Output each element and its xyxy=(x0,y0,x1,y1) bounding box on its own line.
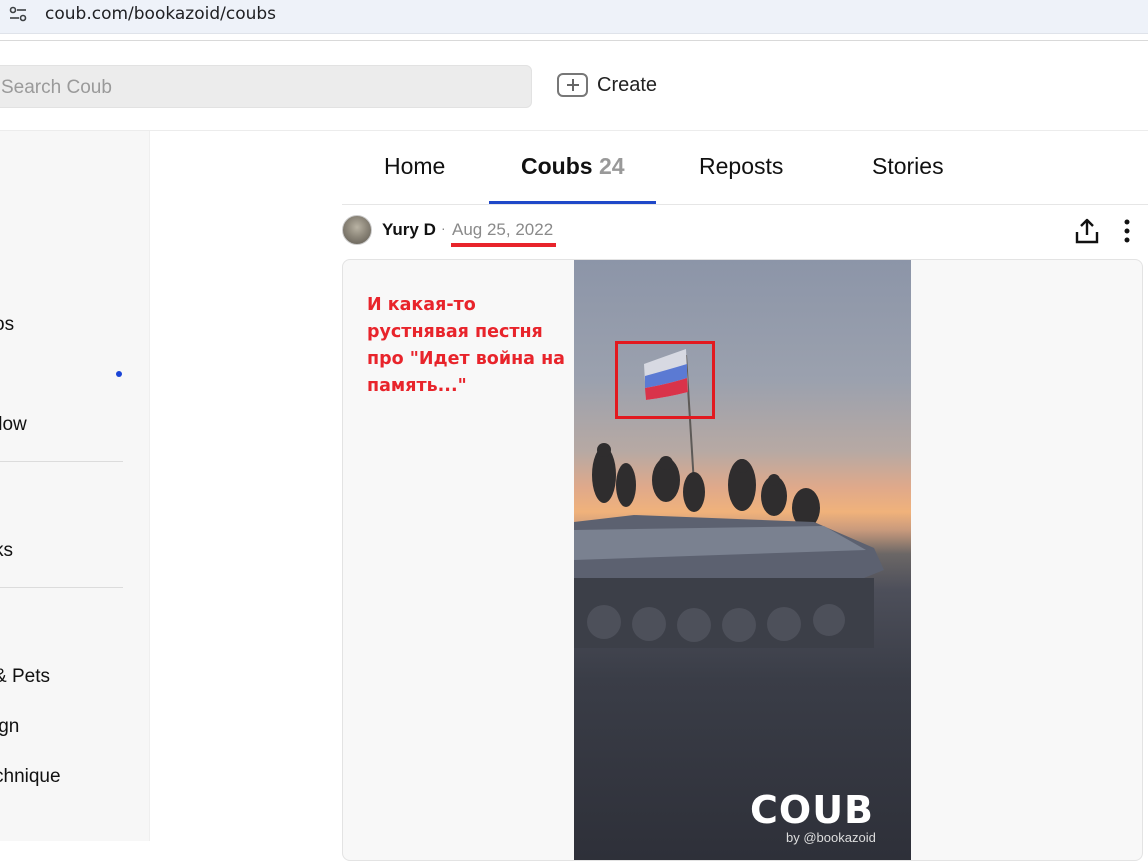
active-tab-indicator xyxy=(489,201,656,204)
sidebar-divider xyxy=(0,461,123,462)
site-header: Create xyxy=(0,41,1148,131)
sidebar-item[interactable]: os xyxy=(0,314,14,336)
sidebar-divider xyxy=(0,587,123,588)
profile-tabs: Home Coubs 24 Reposts Stories xyxy=(342,131,1148,205)
sidebar-item[interactable]: & Pets xyxy=(0,666,50,688)
tune-icon[interactable] xyxy=(8,5,28,23)
tab-home[interactable]: Home xyxy=(384,153,445,180)
date-highlight-underline xyxy=(451,243,556,247)
search-input[interactable] xyxy=(0,66,503,109)
address-bar[interactable]: coub.com/bookazoid/coubs xyxy=(0,0,1148,34)
flag-highlight-box xyxy=(615,341,715,419)
coub-watermark-logo: COUB xyxy=(750,788,875,832)
tab-reposts[interactable]: Reposts xyxy=(699,153,783,180)
url-text[interactable]: coub.com/bookazoid/coubs xyxy=(45,4,276,24)
tab-stories[interactable]: Stories xyxy=(872,153,944,180)
tab-coubs-label: Coubs xyxy=(521,153,593,179)
search-box[interactable] xyxy=(0,65,532,109)
create-label: Create xyxy=(597,73,658,96)
annotation-caption: И какая-то рустнявая пестня про "Идет во… xyxy=(367,295,565,396)
coub-card: И какая-то рустнявая пестня про "Идет во… xyxy=(342,259,1143,861)
tab-coubs-count: 24 xyxy=(598,153,625,179)
share-icon[interactable] xyxy=(1074,217,1100,245)
create-button[interactable]: Create xyxy=(557,69,657,101)
sidebar-item[interactable]: ks xyxy=(0,540,13,562)
author-name[interactable]: Yury D xyxy=(382,220,436,240)
separator-dot: · xyxy=(441,220,446,236)
watermark-by: by @bookazoid xyxy=(786,830,876,845)
sidebar-item[interactable]: ign xyxy=(0,716,19,738)
plus-icon xyxy=(557,73,588,97)
tab-coubs[interactable]: Coubs 24 xyxy=(521,153,625,180)
avatar[interactable] xyxy=(342,215,372,245)
toolbar-gap xyxy=(0,34,1148,41)
post-date[interactable]: Aug 25, 2022 xyxy=(452,220,553,240)
notification-dot xyxy=(116,371,122,377)
coub-video[interactable]: COUB by @bookazoid xyxy=(574,260,911,860)
sidebar-item[interactable]: chnique xyxy=(0,766,61,788)
sidebar-item[interactable]: llow xyxy=(0,414,27,436)
sidebar: os llow ks & Pets ign chnique xyxy=(0,131,150,841)
more-options-icon[interactable] xyxy=(1118,218,1136,244)
